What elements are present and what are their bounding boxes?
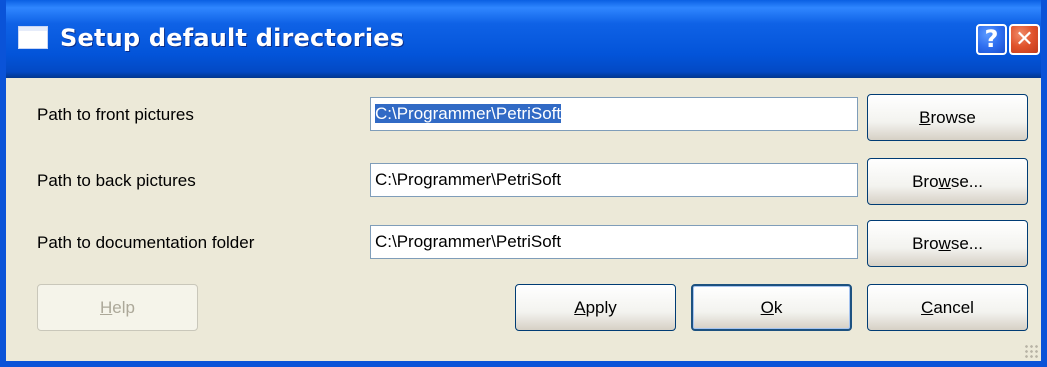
browse-label-pre: Bro (912, 234, 939, 253)
ok-label-post: k (773, 298, 783, 317)
browse-label-post: se... (950, 172, 983, 191)
browse-back-pictures-button[interactable]: Browse... (867, 158, 1028, 205)
documentation-folder-path-value: C:\Programmer\PetriSoft (375, 232, 562, 251)
help-label-mnemonic: H (100, 298, 113, 317)
front-pictures-path-input[interactable]: C:\Programmer\PetriSoft (370, 97, 858, 131)
window-icon (18, 26, 48, 49)
back-pictures-path-input[interactable]: C:\Programmer\PetriSoft (370, 163, 858, 197)
back-pictures-label: Path to back pictures (37, 171, 196, 190)
browse-label-post: se... (950, 234, 983, 253)
browse-label-post: rowse (930, 108, 976, 127)
title-bar[interactable]: Setup default directories ? ✕ (6, 0, 1041, 78)
documentation-folder-label: Path to documentation folder (37, 233, 255, 252)
resize-grip[interactable] (1024, 344, 1038, 358)
help-label-post: elp (112, 298, 135, 317)
ok-button[interactable]: Ok (691, 284, 852, 331)
cancel-label-post: ancel (933, 298, 974, 317)
browse-front-pictures-button[interactable]: Browse (867, 94, 1028, 141)
ok-label-mnemonic: O (760, 298, 774, 317)
browse-label-mnemonic: w (938, 234, 951, 253)
apply-label-mnemonic: A (574, 298, 586, 317)
browse-label-mnemonic: B (919, 108, 931, 127)
window-title: Setup default directories (60, 24, 405, 52)
cancel-button[interactable]: Cancel (867, 284, 1028, 331)
browse-label-pre: Bro (912, 172, 939, 191)
help-question-icon[interactable]: ? (976, 24, 1007, 55)
documentation-folder-path-input[interactable]: C:\Programmer\PetriSoft (370, 225, 858, 259)
close-icon[interactable]: ✕ (1009, 24, 1040, 55)
cancel-label-mnemonic: C (921, 298, 934, 317)
browse-documentation-folder-button[interactable]: Browse... (867, 220, 1028, 267)
front-pictures-label: Path to front pictures (37, 105, 194, 124)
apply-label-post: pply (585, 298, 617, 317)
help-button[interactable]: Help (37, 284, 198, 331)
back-pictures-path-value: C:\Programmer\PetriSoft (375, 170, 562, 189)
dialog-window: Setup default directories ? ✕ Path to fr… (0, 0, 1047, 367)
browse-label-mnemonic: w (938, 172, 951, 191)
front-pictures-path-value: C:\Programmer\PetriSoft (375, 104, 562, 123)
apply-button[interactable]: Apply (515, 284, 676, 331)
